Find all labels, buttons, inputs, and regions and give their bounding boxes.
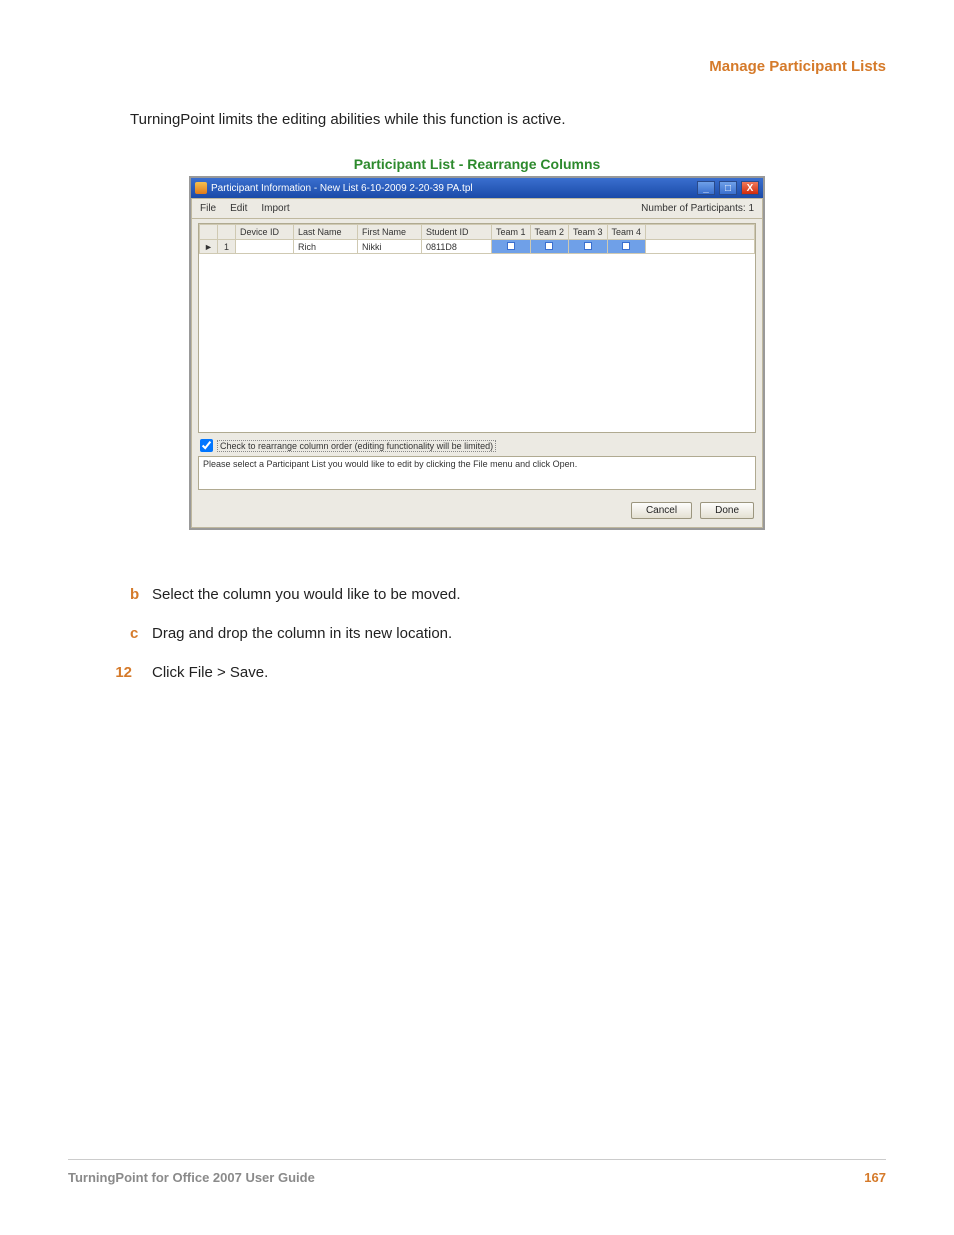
cell-last-name[interactable]: Rich xyxy=(294,240,358,254)
step-12-text: Click File > Save. xyxy=(152,664,268,681)
rearrange-checkbox-row: Check to rearrange column order (editing… xyxy=(192,437,762,454)
rearrange-checkbox[interactable] xyxy=(200,439,213,452)
col-student-id[interactable]: Student ID xyxy=(422,225,492,240)
window-title: Participant Information - New List 6-10-… xyxy=(211,183,473,194)
cancel-button[interactable]: Cancel xyxy=(631,502,692,519)
col-team4[interactable]: Team 4 xyxy=(607,225,646,240)
cell-extra xyxy=(646,240,755,254)
dialog-button-row: Cancel Done xyxy=(192,496,762,527)
cell-first-name[interactable]: Nikki xyxy=(358,240,422,254)
step-c: c Drag and drop the column in its new lo… xyxy=(130,625,886,642)
col-extra xyxy=(646,225,755,240)
done-button[interactable]: Done xyxy=(700,502,754,519)
col-first-name[interactable]: First Name xyxy=(358,225,422,240)
step-number-12: 12 xyxy=(92,664,132,681)
app-icon xyxy=(195,182,207,194)
col-team3[interactable]: Team 3 xyxy=(569,225,608,240)
cell-team1[interactable] xyxy=(492,240,531,254)
footer-guide-title: TurningPoint for Office 2007 User Guide xyxy=(68,1170,315,1185)
maximize-button[interactable]: □ xyxy=(719,181,737,195)
cell-student-id[interactable]: 0811D8 xyxy=(422,240,492,254)
col-device-id[interactable]: Device ID xyxy=(236,225,294,240)
col-team1[interactable]: Team 1 xyxy=(492,225,531,240)
menu-file[interactable]: File xyxy=(200,203,216,214)
header-row: Device ID Last Name First Name Student I… xyxy=(200,225,755,240)
step-b: b Select the column you would like to be… xyxy=(130,586,886,603)
cell-team4[interactable] xyxy=(607,240,646,254)
step-b-text: Select the column you would like to be m… xyxy=(152,586,461,603)
screenshot-window: Participant Information - New List 6-10-… xyxy=(189,176,765,530)
status-text: Please select a Participant List you wou… xyxy=(198,456,756,490)
cell-team2[interactable] xyxy=(530,240,569,254)
participants-count: Number of Participants: 1 xyxy=(641,203,754,214)
step-letter-c: c xyxy=(130,625,152,642)
section-header: Manage Participant Lists xyxy=(68,58,886,75)
menubar: File Edit Import Number of Participants:… xyxy=(192,199,762,219)
close-button[interactable]: X xyxy=(741,181,759,195)
window-titlebar: Participant Information - New List 6-10-… xyxy=(191,178,763,198)
col-rownum[interactable] xyxy=(218,225,236,240)
step-12: 12 Click File > Save. xyxy=(92,664,886,681)
data-grid[interactable]: Device ID Last Name First Name Student I… xyxy=(198,223,756,433)
step-c-text: Drag and drop the column in its new loca… xyxy=(152,625,452,642)
cell-device-id[interactable] xyxy=(236,240,294,254)
row-indicator: ► xyxy=(200,240,218,254)
rearrange-checkbox-label: Check to rearrange column order (editing… xyxy=(217,440,496,452)
col-team2[interactable]: Team 2 xyxy=(530,225,569,240)
footer-page-number: 167 xyxy=(864,1170,886,1185)
page-footer: TurningPoint for Office 2007 User Guide … xyxy=(68,1159,886,1185)
row-number: 1 xyxy=(218,240,236,254)
intro-paragraph: TurningPoint limits the editing abilitie… xyxy=(130,111,886,128)
cell-team3[interactable] xyxy=(569,240,608,254)
menu-edit[interactable]: Edit xyxy=(230,203,247,214)
table-row[interactable]: ► 1 Rich Nikki 0811D8 xyxy=(200,240,755,254)
menu-import[interactable]: Import xyxy=(261,203,289,214)
col-indicator[interactable] xyxy=(200,225,218,240)
minimize-button[interactable]: _ xyxy=(697,181,715,195)
figure-caption: Participant List - Rearrange Columns xyxy=(68,156,886,172)
step-letter-b: b xyxy=(130,586,152,603)
col-last-name[interactable]: Last Name xyxy=(294,225,358,240)
